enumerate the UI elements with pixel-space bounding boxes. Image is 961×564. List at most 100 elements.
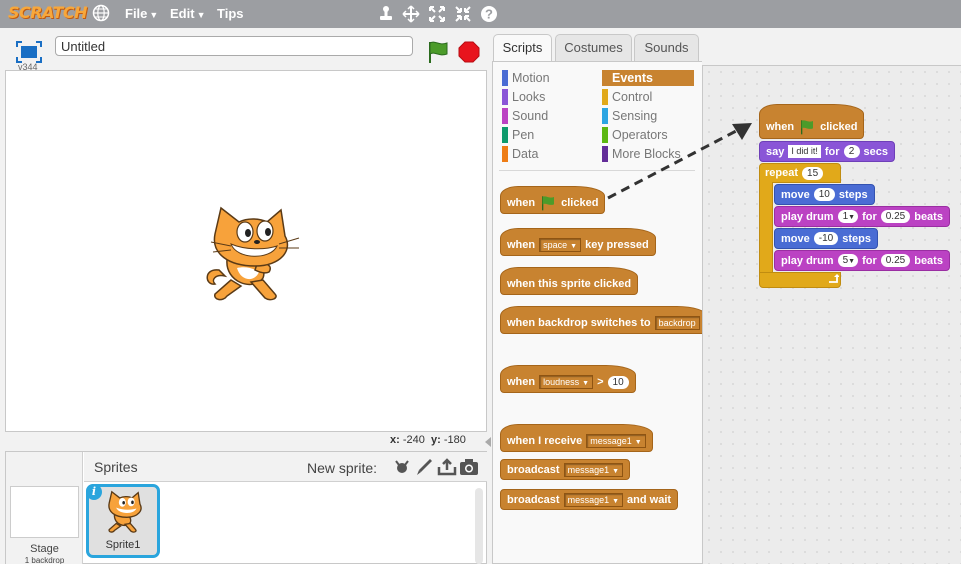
category-label: Data [512, 147, 539, 161]
control-swatch [602, 89, 608, 105]
category-sound[interactable]: Sound [502, 108, 548, 124]
loudness-dropdown[interactable]: loudness ▼ [539, 375, 594, 389]
steps-input[interactable]: 10 [813, 188, 835, 201]
say-text-input[interactable]: I did it! [788, 145, 821, 158]
category-operators[interactable]: Operators [602, 127, 668, 143]
tab-costumes[interactable]: Costumes [555, 34, 632, 61]
category-label: Events [612, 71, 653, 85]
chevron-down-icon: ▼ [612, 497, 620, 505]
dropdown-value: message1 [567, 464, 610, 475]
block-text: for [862, 254, 877, 267]
chevron-down-icon: ▼ [582, 380, 590, 387]
choose-sprite-from-library-icon[interactable] [392, 457, 412, 477]
when-sprite-clicked-block[interactable]: when this sprite clicked [500, 267, 639, 295]
more-blocks-swatch [602, 146, 608, 162]
when-loudness-block[interactable]: when loudness ▼ > 10 [500, 365, 636, 393]
block-text: when [507, 376, 536, 388]
loudness-value[interactable]: 10 [607, 375, 629, 389]
block-text: key pressed [585, 239, 649, 251]
cut-scissors-icon[interactable] [401, 4, 421, 24]
block-text: broadcast [507, 463, 560, 476]
project-title-input[interactable] [55, 36, 413, 56]
language-globe-icon[interactable] [92, 4, 110, 22]
message-dropdown[interactable]: message1 ▼ [563, 462, 624, 477]
scripts-area[interactable]: when clicked say I did it! for 2 secs re… [702, 65, 961, 564]
block-text: when [507, 239, 536, 251]
sound-swatch [502, 108, 508, 124]
stage-canvas[interactable] [5, 70, 487, 432]
sprites-title: Sprites [94, 459, 138, 475]
sprite-pane: Stage 1 backdrop Sprites New sprite: i S… [5, 451, 487, 564]
stage-tile[interactable]: Stage 1 backdrop [6, 452, 83, 564]
play-drum-block[interactable]: play drum 5▼ for 0.25 beats [774, 250, 950, 271]
block-text: steps [838, 188, 868, 201]
script-when-flag-clicked-block[interactable]: when clicked [759, 104, 865, 139]
camera-icon[interactable] [459, 457, 479, 477]
category-pen[interactable]: Pen [502, 127, 534, 143]
category-control[interactable]: Control [602, 89, 652, 105]
sprite-list-scrollbar[interactable] [475, 488, 483, 564]
green-flag-icon[interactable] [427, 40, 449, 64]
help-icon[interactable]: ? [479, 4, 499, 24]
message-dropdown[interactable]: message1 ▼ [586, 434, 646, 448]
when-i-receive-block[interactable]: when I receive message1 ▼ [500, 424, 653, 452]
secs-input[interactable]: 2 [843, 145, 860, 158]
steps-input[interactable]: -10 [813, 232, 839, 245]
category-label: Sensing [612, 109, 658, 123]
repeat-count-input[interactable]: 15 [802, 166, 824, 180]
repeat-block-arm [759, 182, 773, 284]
block-text: for [862, 210, 877, 223]
message-dropdown[interactable]: message1 ▼ [563, 492, 624, 507]
category-events[interactable]: Events [602, 70, 694, 86]
tab-sounds[interactable]: Sounds [634, 34, 699, 61]
grow-icon[interactable] [427, 4, 447, 24]
when-key-pressed-block[interactable]: when space ▼ key pressed [500, 228, 656, 256]
drum-dropdown[interactable]: 5▼ [837, 254, 859, 267]
backdrop-dropdown[interactable]: backdrop [654, 316, 700, 330]
category-more-blocks[interactable]: More Blocks [602, 146, 681, 162]
category-data[interactable]: Data [502, 146, 538, 162]
shrink-icon[interactable] [453, 4, 473, 24]
block-text: > [597, 376, 604, 388]
category-looks[interactable]: Looks [502, 89, 545, 105]
collapse-stage-icon[interactable] [484, 436, 492, 448]
when-flag-clicked-block[interactable]: when clicked [500, 186, 606, 214]
category-sensing[interactable]: Sensing [602, 108, 657, 124]
fullscreen-icon[interactable] [16, 41, 42, 63]
broadcast-and-wait-block[interactable]: broadcast message1 ▼ and wait [500, 489, 679, 510]
y-value: -180 [443, 434, 466, 446]
stop-sign-icon[interactable] [458, 41, 480, 63]
say-for-secs-block[interactable]: say I did it! for 2 secs [759, 141, 896, 162]
upload-sprite-icon[interactable] [437, 457, 457, 477]
sprite-info-icon[interactable]: i [86, 484, 102, 500]
block-text: beats [914, 210, 943, 223]
beats-input[interactable]: 0.25 [880, 210, 911, 223]
chevron-down-icon: ▼ [848, 214, 856, 221]
paint-new-sprite-icon[interactable] [414, 457, 434, 477]
play-drum-block[interactable]: play drum 1▼ for 0.25 beats [774, 206, 950, 227]
broadcast-block[interactable]: broadcast message1 ▼ [500, 459, 631, 480]
tab-scripts[interactable]: Scripts [493, 34, 552, 61]
move-steps-block[interactable]: move 10 steps [774, 184, 875, 205]
edit-menu[interactable]: Edit ▼ [170, 6, 205, 21]
duplicate-stamp-icon[interactable] [376, 4, 396, 24]
block-text: secs [863, 145, 889, 158]
category-motion[interactable]: Motion [502, 70, 550, 86]
block-text: when I receive [507, 435, 583, 447]
sprite1-tile[interactable]: i Sprite1 [86, 484, 160, 558]
dropdown-value: backdrop [658, 318, 696, 328]
scratch-cat-sprite[interactable] [201, 202, 301, 306]
block-text: say [766, 145, 785, 158]
move-steps-block[interactable]: move -10 steps [774, 228, 878, 249]
chevron-down-icon: ▼ [570, 243, 578, 250]
stage-header: v344 [5, 32, 488, 72]
drum-dropdown[interactable]: 1▼ [837, 210, 859, 223]
beats-input[interactable]: 0.25 [880, 254, 911, 267]
when-backdrop-switches-block[interactable]: when backdrop switches to backdrop [500, 306, 707, 334]
tips-menu[interactable]: Tips [217, 6, 244, 21]
file-menu[interactable]: File ▼ [125, 6, 158, 21]
scratch-logo[interactable]: SCRATCH [8, 3, 87, 22]
key-dropdown[interactable]: space ▼ [539, 238, 582, 252]
chevron-down-icon: ▼ [149, 10, 159, 20]
stage-thumbnail[interactable] [10, 486, 79, 538]
